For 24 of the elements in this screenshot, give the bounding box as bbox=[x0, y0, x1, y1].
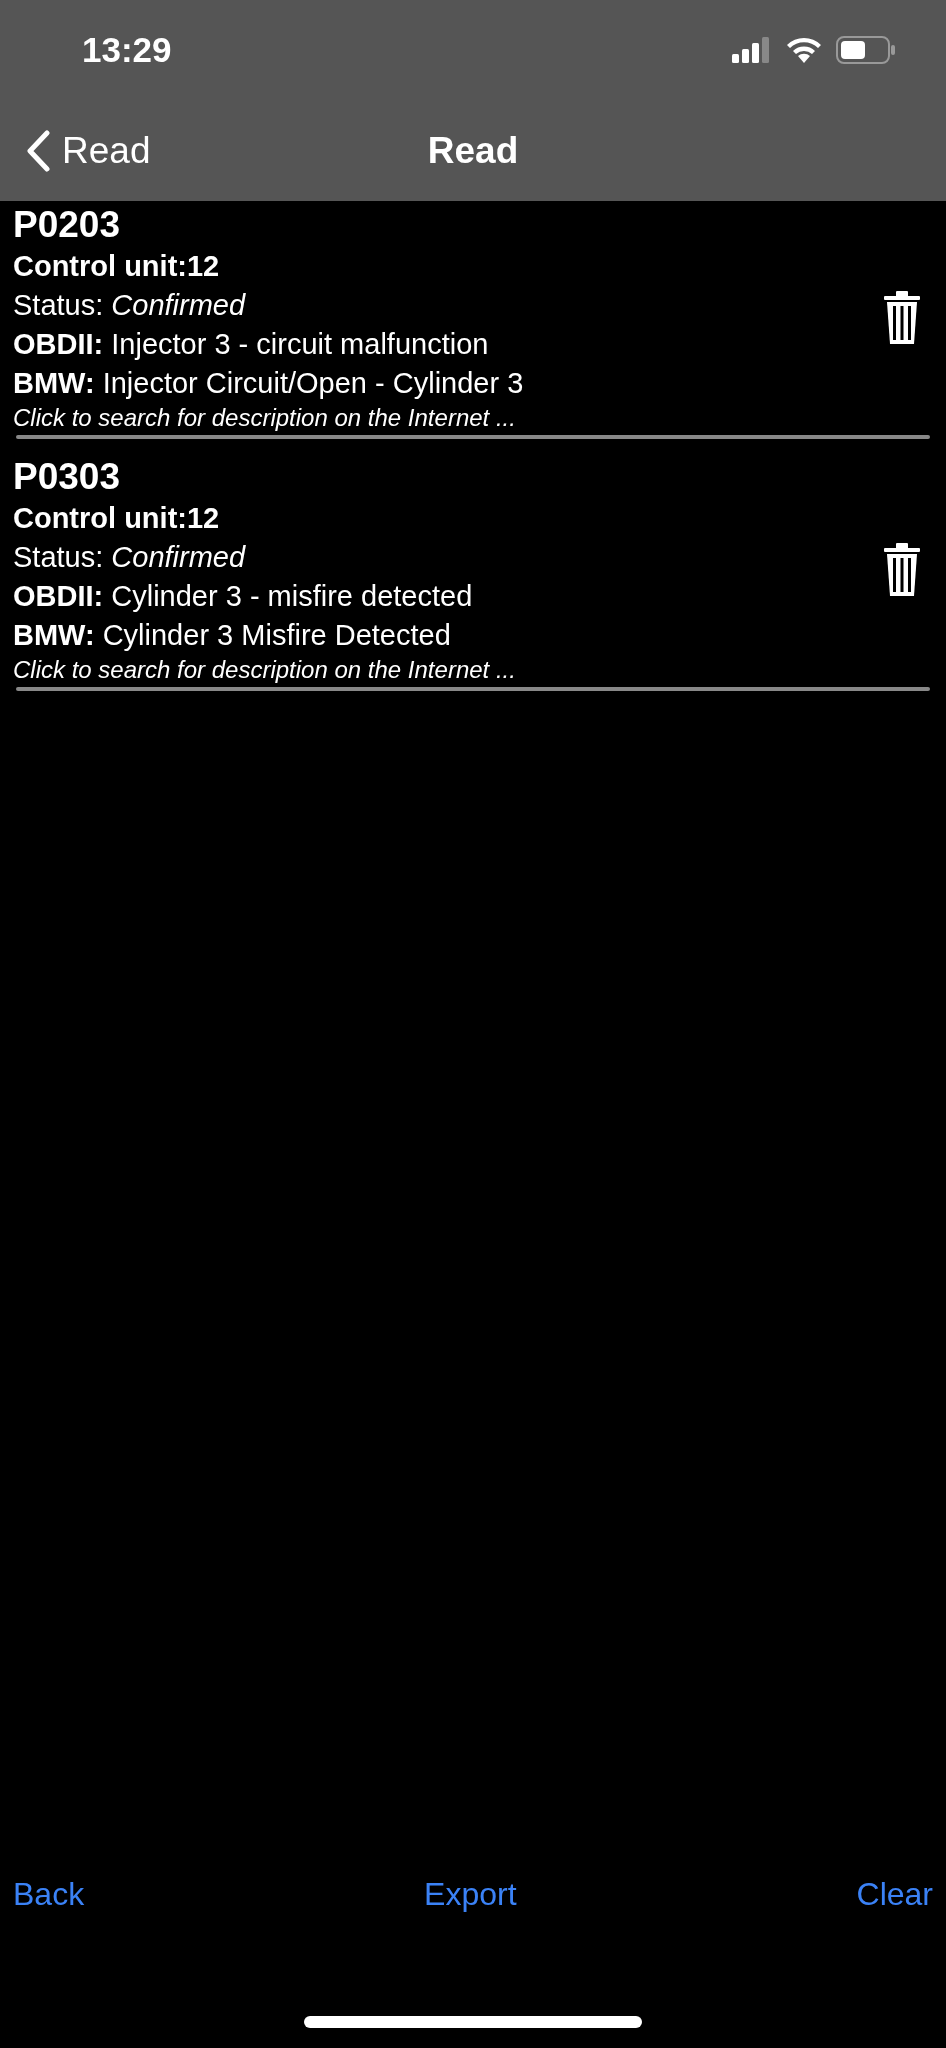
control-unit: Control unit:12 bbox=[13, 249, 221, 284]
fault-code: P0303 bbox=[13, 455, 121, 499]
search-link[interactable]: Click to search for description on the Internet ... bbox=[13, 655, 882, 685]
bmw-description: BMW: Cylinder 3 Misfire Detected bbox=[13, 618, 452, 653]
fault-status: Status: Confirmed bbox=[13, 288, 247, 323]
toolbar-button[interactable]: Export bbox=[424, 1870, 517, 1918]
obdii-description: OBDII: Cylinder 3 - misfire detected bbox=[13, 579, 474, 614]
chevron-left-icon bbox=[26, 129, 50, 172]
control-unit: Control unit:12 bbox=[13, 501, 221, 536]
nav-back-link[interactable]: Read bbox=[0, 122, 151, 179]
fault-status: Status: Confirmed bbox=[13, 540, 247, 575]
trash-icon[interactable] bbox=[882, 542, 922, 598]
bmw-description: BMW: Injector Circuit/Open - Cylinder 3 bbox=[13, 366, 525, 401]
wifi-icon bbox=[786, 37, 822, 63]
obdii-description: OBDII: Injector 3 - circuit malfunction bbox=[13, 327, 490, 362]
toolbar-button[interactable]: Clear bbox=[856, 1870, 933, 1918]
search-link[interactable]: Click to search for description on the Internet ... bbox=[13, 403, 882, 433]
fault-code: P0203 bbox=[13, 203, 121, 247]
status-time: 13:29 bbox=[82, 28, 172, 71]
signal-icon bbox=[732, 37, 772, 63]
battery-icon bbox=[836, 36, 896, 64]
screen-title: Read bbox=[427, 128, 519, 173]
trash-icon[interactable] bbox=[882, 290, 922, 346]
toolbar-button[interactable]: Back bbox=[13, 1870, 85, 1918]
